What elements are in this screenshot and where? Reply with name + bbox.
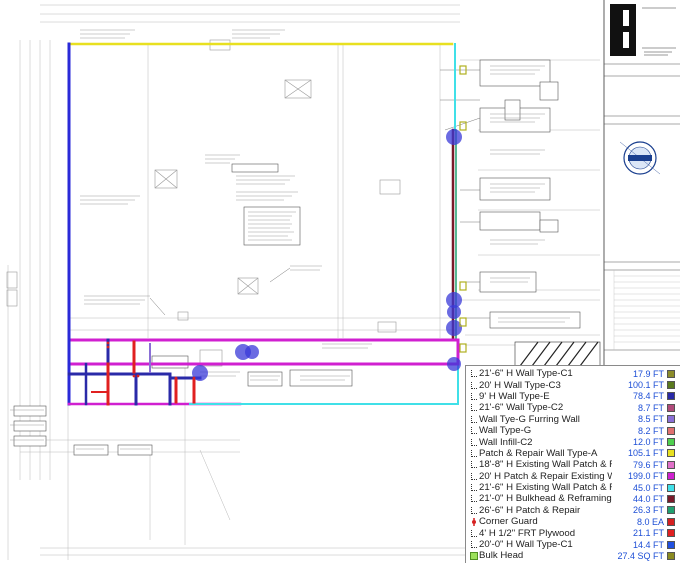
legend-color-swatch (667, 472, 675, 481)
linear-measure-icon (469, 415, 479, 423)
legend-color-swatch (667, 506, 675, 515)
legend-item-label: 26'-6" H Patch & Repair (479, 504, 581, 516)
legend-item[interactable]: 20' H Patch & Repair Existing Wall-A 199.… (469, 471, 677, 482)
linear-measure-icon (469, 484, 479, 492)
linear-measure-icon (469, 381, 479, 389)
legend-color-swatch (667, 392, 675, 401)
linear-measure-icon (469, 449, 479, 457)
legend-item[interactable]: Corner Guard 8.0 EA (469, 516, 677, 527)
legend-item-quantity: 199.0 FT (627, 471, 664, 482)
leaders (149, 69, 490, 319)
legend-item-label: Bulk Head (479, 550, 524, 562)
legend-item-label: 18'-8" H Existing Wall Patch & Repair (479, 459, 612, 471)
legend-item-quantity: 100.1 FT (627, 380, 664, 391)
legend-item-label: 21'-6" H Existing Wall Patch & Repair (479, 482, 612, 494)
legend-item[interactable]: Bulk Head 27.4 SQ FT (469, 550, 677, 561)
legend-item-label: Wall Infill-C2 (479, 436, 533, 448)
legend-item[interactable]: Wall Type-G 8.2 FT (469, 425, 677, 436)
area-icon (469, 551, 479, 560)
linear-measure-icon (469, 506, 479, 514)
column-marker (446, 129, 462, 145)
legend-color-swatch (667, 460, 675, 469)
legend-color-swatch (667, 517, 675, 526)
legend-item[interactable]: 21'-0" H Bulkhead & Reframing 44.0 FT (469, 493, 677, 504)
legend-color-swatch (667, 483, 675, 492)
legend-color-swatch (667, 494, 675, 503)
linear-measure-icon (469, 529, 479, 537)
legend-item-quantity: 8.7 FT (637, 402, 664, 413)
legend-item-quantity: 78.4 FT (632, 391, 664, 402)
linear-measure-icon (469, 472, 479, 480)
legend-item-label: 20' H Patch & Repair Existing Wall-A (479, 470, 612, 482)
legend-color-swatch (667, 529, 675, 538)
legend-item[interactable]: 4' H 1/2" FRT Plywood 21.1 FT (469, 527, 677, 539)
linear-measure-icon (469, 541, 479, 549)
legend-item-quantity: 14.4 FT (632, 539, 664, 550)
legend-item-label: 4' H 1/2" FRT Plywood (479, 527, 576, 539)
legend-item-quantity: 17.9 FT (632, 368, 664, 379)
legend-color-swatch (667, 540, 675, 549)
legend-item-quantity: 45.0 FT (632, 482, 664, 493)
legend-color-swatch (667, 551, 675, 560)
column-marker (245, 345, 259, 359)
legend-item-label: 21'-6" H Wall Type-C1 (479, 368, 573, 380)
legend-item-label: Corner Guard (479, 516, 538, 528)
legend-color-swatch (667, 415, 675, 424)
legend-color-swatch (667, 426, 675, 435)
linear-measure-icon (469, 427, 479, 435)
legend-item-label: Wall Type-G (479, 425, 532, 437)
legend-item-label: 20' H Wall Type-C3 (479, 379, 561, 391)
legend-item-quantity: 26.3 FT (632, 505, 664, 516)
linear-measure-icon (469, 392, 479, 400)
legend-item-quantity: 79.6 FT (632, 459, 664, 470)
legend-item[interactable]: 20' H Wall Type-C3 100.1 FT (469, 379, 677, 391)
legend-item[interactable]: Wall Tye-G Furring Wall 8.5 FT (469, 414, 677, 425)
takeoff-legend: 21'-6" H Wall Type-C1 17.9 FT 20' H Wall T… (465, 365, 680, 563)
legend-item-quantity: 21.1 FT (632, 528, 664, 539)
hatched-area (514, 341, 601, 367)
legend-item[interactable]: 18'-8" H Existing Wall Patch & Repair 79.… (469, 459, 677, 470)
legend-item-quantity: 105.1 FT (627, 448, 664, 459)
legend-item-quantity: 27.4 SQ FT (617, 550, 664, 561)
column-marker (447, 305, 461, 319)
legend-item-label: 21'-6" Wall Type-C2 (479, 402, 564, 414)
legend-item[interactable]: 9' H Wall Type-E 78.4 FT (469, 391, 677, 402)
legend-item-label: Wall Tye-G Furring Wall (479, 413, 580, 425)
fixtures (6, 39, 401, 367)
legend-item[interactable]: 21'-6" H Existing Wall Patch & Repair 45.… (469, 482, 677, 493)
legend-item[interactable]: Patch & Repair Wall Type-A 105.1 FT (469, 448, 677, 459)
legend-item[interactable]: 20'-0" H Wall Type-C1 14.4 FT (469, 539, 677, 550)
corner-guard-icon (469, 519, 479, 524)
linear-measure-icon (469, 438, 479, 446)
legend-item-quantity: 44.0 FT (632, 493, 664, 504)
legend-item-label: 20'-0" H Wall Type-C1 (479, 539, 573, 551)
legend-color-swatch (667, 381, 675, 390)
legend-color-swatch (667, 369, 675, 378)
yellow-markers (459, 65, 467, 353)
legend-item-quantity: 8.0 EA (636, 516, 664, 527)
legend-item-label: 21'-0" H Bulkhead & Reframing (479, 493, 612, 505)
legend-item[interactable]: 26'-6" H Patch & Repair 26.3 FT (469, 505, 677, 516)
legend-color-swatch (667, 438, 675, 447)
legend-item-quantity: 8.2 FT (637, 425, 664, 436)
linear-measure-icon (469, 461, 479, 469)
legend-item-quantity: 12.0 FT (632, 437, 664, 448)
column-marker (447, 357, 461, 371)
linear-measure-icon (469, 495, 479, 503)
legend-item[interactable]: 21'-6" Wall Type-C2 8.7 FT (469, 402, 677, 413)
legend-item-label: 9' H Wall Type-E (479, 390, 550, 402)
linear-measure-icon (469, 404, 479, 412)
legend-item[interactable]: 21'-6" H Wall Type-C1 17.9 FT (469, 368, 677, 379)
legend-item[interactable]: Wall Infill-C2 12.0 FT (469, 436, 677, 448)
linear-measure-icon (469, 370, 479, 378)
legend-item-label: Patch & Repair Wall Type-A (479, 447, 598, 459)
legend-color-swatch (667, 449, 675, 458)
legend-item-quantity: 8.5 FT (637, 414, 664, 425)
legend-color-swatch (667, 403, 675, 412)
